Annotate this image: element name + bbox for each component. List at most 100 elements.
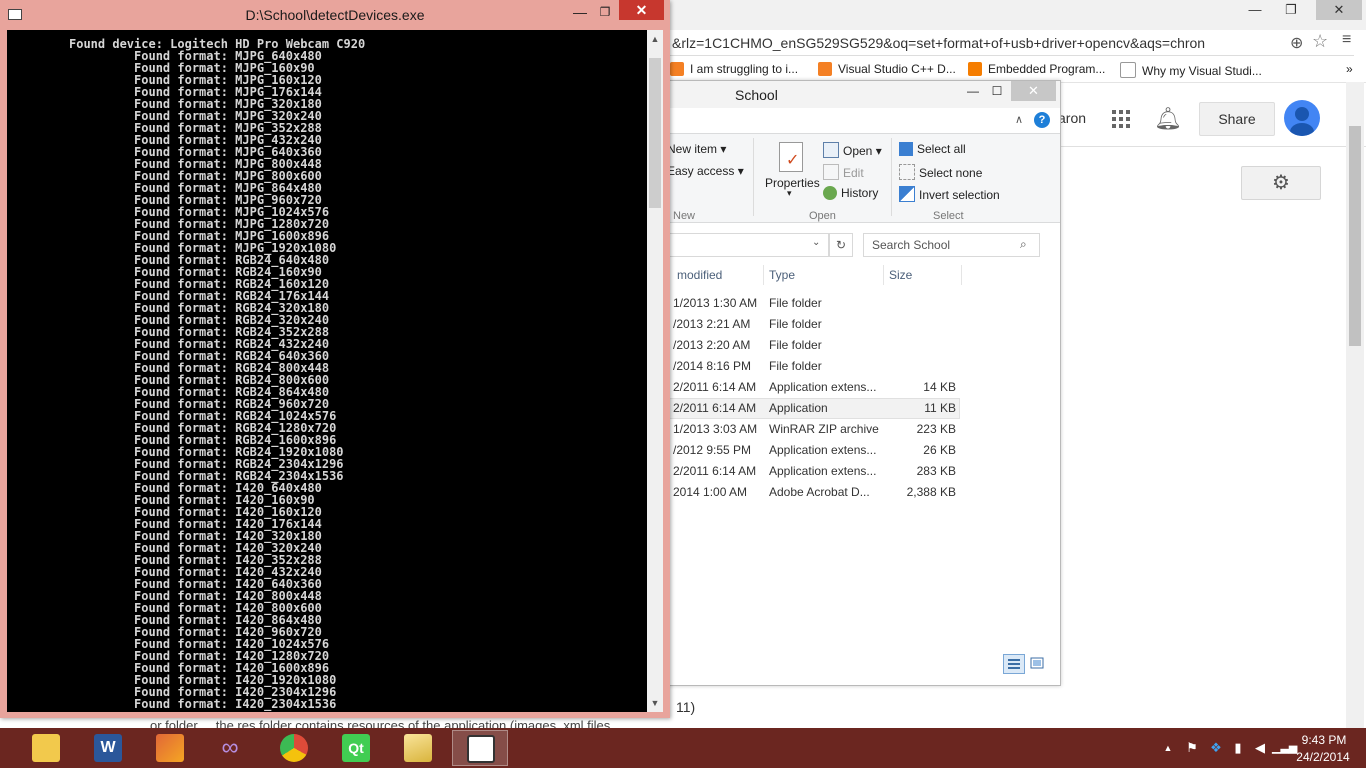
bookmark-item[interactable]: I am struggling to i... [670,62,798,78]
console-maximize-button[interactable]: ❐ [595,2,615,22]
omnibox[interactable]: &rlz=1C1CHMO_enSG529SG529&oq=set+format+… [666,31,1354,56]
properties-button[interactable]: ✓ Properties ▾ [765,138,821,206]
explorer-titlebar: School — ☐ ✕ [665,81,1060,108]
ribbon-collapse-icon[interactable]: ∧ [1015,113,1023,126]
chrome-maximize-button[interactable]: ❐ [1276,0,1306,20]
file-row[interactable]: /2013 2:21 AM File folder [665,314,960,335]
file-row[interactable]: /2014 8:16 PM File folder [665,356,960,377]
console-minimize-button[interactable]: — [570,2,590,22]
select-all-icon [899,142,913,156]
scroll-up-icon[interactable]: ▲ [647,30,663,48]
more-bookmarks-button[interactable]: » [1346,62,1353,78]
history-button[interactable]: History [823,186,878,200]
bookmark-item[interactable]: Visual Studio C++ D... [818,62,956,78]
console-titlebar: D:\School\detectDevices.exe — ❐ ✕ [0,0,670,30]
chrome-minimize-button[interactable]: — [1240,0,1270,20]
select-none-button[interactable]: Select none [899,164,982,180]
scrollbar-thumb[interactable] [649,58,661,208]
search-icon[interactable]: ⌕ [1020,237,1027,252]
address-row: ⌄ ↻ Search School ⌕ [665,231,1060,257]
file-row[interactable]: 1/2013 3:03 AM WinRAR ZIP archive 223 KB [665,419,960,440]
file-row[interactable]: /2012 9:55 PM Application extens... 26 KB [665,440,960,461]
scrollbar-thumb[interactable] [1349,126,1361,346]
explorer-minimize-button[interactable]: — [961,81,985,101]
file-row[interactable]: 2014 1:00 AM Adobe Acrobat D... 2,388 KB [665,482,960,503]
taskbar-explorer-school[interactable] [390,730,446,766]
taskbar-visual-studio[interactable]: ∞ [202,730,258,766]
taskbar-qt[interactable]: Qt [328,730,384,766]
easy-access-button[interactable]: Easy access ▾ [667,164,744,178]
chrome-icon [280,734,308,762]
edit-button[interactable]: Edit [823,164,864,180]
console-window: D:\School\detectDevices.exe — ❐ ✕ Found … [0,0,670,718]
invert-selection-button[interactable]: Invert selection [899,186,1000,202]
taskbar-console[interactable] [452,730,508,766]
console-scrollbar[interactable]: ▲ ▼ [647,30,663,712]
column-type[interactable]: Type [769,268,795,282]
bookmark-item[interactable]: Why my Visual Studi... [1120,62,1262,78]
details-view-icon[interactable] [1003,654,1025,674]
refresh-icon: ↻ [835,238,847,252]
zoom-icon[interactable]: ⊕ [1290,33,1303,53]
chrome-scrollbar[interactable] [1346,82,1364,728]
file-row[interactable]: 2/2011 6:14 AM Application extens... 283 K… [665,461,960,482]
explorer-title: School [735,87,778,103]
stackoverflow-icon [670,62,684,76]
column-date-modified[interactable]: modified [677,268,722,282]
new-item-button[interactable]: New item ▾ [667,142,726,156]
qt-icon: Qt [342,734,370,762]
bookmark-item[interactable]: Embedded Program... [968,62,1105,78]
folder-icon [404,734,432,762]
console-icon [467,735,495,763]
matlab-icon [156,734,184,762]
blogger-icon [968,62,982,76]
omnibox-text[interactable]: &rlz=1C1CHMO_enSG529SG529&oq=set+format+… [672,35,1282,51]
page-icon [1120,62,1136,78]
apps-grid-icon[interactable] [1112,110,1130,128]
chevron-down-icon[interactable]: ⌄ [812,237,820,248]
select-all-button[interactable]: Select all [899,142,966,156]
network-icon[interactable]: ▁▃▅ [1272,740,1297,756]
dropbox-icon[interactable]: ❖ [1208,740,1224,756]
settings-button[interactable]: ⚙ [1241,166,1321,200]
ribbon: New item ▾ Easy access ▾ New ✓ Propertie… [665,134,1060,223]
open-button[interactable]: Open ▾ [823,142,882,158]
taskbar: W ∞ Qt ▲ ⚑ ❖ ▮ ◀︎ ▁▃▅ 9:43 PM 24/2/2014 [0,728,1366,768]
console-close-button[interactable]: ✕ [619,0,664,20]
column-size[interactable]: Size [889,268,912,282]
gear-icon: ⚙ [1272,172,1290,194]
action-center-icon[interactable]: ⚑ [1184,740,1200,756]
word-icon: W [94,734,122,762]
chrome-close-button[interactable]: ✕ [1316,0,1362,20]
file-row[interactable]: 1/2013 1:30 AM File folder [665,293,960,314]
volume-icon[interactable]: ◀︎ [1252,740,1268,756]
address-bar[interactable]: ⌄ [665,233,829,257]
tray-expand-icon[interactable]: ▲ [1160,740,1176,756]
large-icons-view-icon[interactable] [1027,654,1047,672]
file-row[interactable]: /2013 2:20 AM File folder [665,335,960,356]
menu-icon[interactable]: ≡ [1342,31,1351,49]
edit-icon [823,164,839,180]
taskbar-chrome[interactable] [266,730,322,766]
taskbar-matlab[interactable] [142,730,198,766]
clock-date[interactable]: 24/2/2014 [1290,750,1356,764]
taskbar-word[interactable]: W [80,730,136,766]
file-row[interactable]: 2/2011 6:14 AM Application extens... 14 KB [665,377,960,398]
explorer-maximize-button[interactable]: ☐ [985,81,1009,101]
refresh-button[interactable]: ↻ [829,233,853,257]
explorer-close-button[interactable]: ✕ [1011,81,1056,101]
avatar[interactable] [1284,100,1320,136]
star-icon[interactable]: ☆ [1312,31,1328,52]
file-row-selected[interactable]: 2/2011 6:14 AM Application 11 KB [665,398,960,419]
help-icon[interactable]: ? [1034,112,1050,128]
console-output[interactable]: Found device: Logitech HD Pro Webcam C92… [7,30,647,712]
clock-time[interactable]: 9:43 PM [1294,733,1354,747]
taskbar-file-explorer[interactable] [18,730,74,766]
column-headers: modified Type Size [665,265,1060,287]
user-name[interactable]: aron [1058,110,1086,126]
notifications-bell-icon[interactable]: 🔔︎ [1154,106,1182,132]
scroll-down-icon[interactable]: ▼ [647,694,663,712]
battery-icon[interactable]: ▮ [1230,740,1246,756]
share-button[interactable]: Share [1199,102,1275,136]
search-input[interactable]: Search School ⌕ [863,233,1040,257]
